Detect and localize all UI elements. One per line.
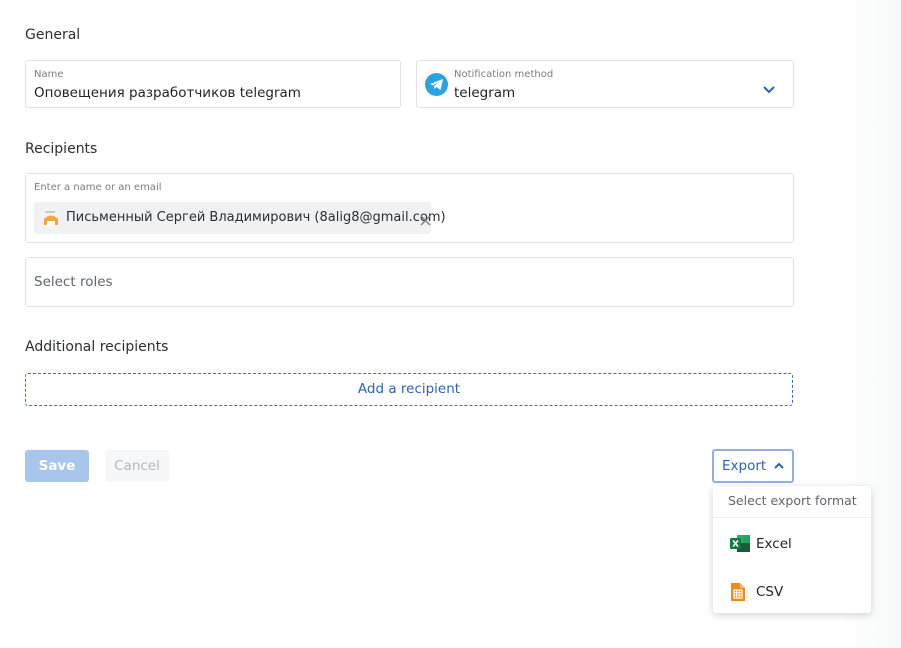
export-menu-header: Select export format: [713, 486, 871, 518]
name-field-value: Оповещения разработчиков telegram: [34, 85, 301, 101]
chevron-down-icon: [763, 79, 775, 98]
export-menu-item-csv[interactable]: CSV: [713, 572, 871, 612]
recipient-chip: Письменный Сергей Владимирович (8alig8@g…: [34, 202, 446, 234]
section-title-general: General: [25, 27, 81, 43]
section-title-additional-recipients: Additional recipients: [25, 339, 169, 355]
avatar: [40, 207, 62, 229]
add-recipient-button[interactable]: Add a recipient: [25, 373, 793, 406]
select-roles-field[interactable]: Select roles: [25, 257, 794, 307]
excel-icon: [730, 535, 750, 552]
export-menu-item-excel-label: Excel: [756, 536, 792, 552]
chevron-up-icon: [774, 462, 784, 469]
recipients-search-field[interactable]: Enter a name or an email Письменный Серг…: [25, 173, 794, 243]
name-field-label: Name: [34, 69, 64, 80]
notification-method-value: telegram: [454, 85, 516, 101]
select-roles-placeholder: Select roles: [34, 274, 113, 290]
export-menu-item-excel[interactable]: Excel: [713, 524, 871, 564]
name-field[interactable]: Name Оповещения разработчиков telegram: [25, 60, 401, 108]
save-button[interactable]: Save: [25, 450, 89, 482]
notification-method-select[interactable]: Notification method telegram: [416, 60, 794, 108]
section-title-recipients: Recipients: [25, 141, 98, 157]
export-button-label: Export: [722, 458, 767, 474]
notification-method-label: Notification method: [454, 69, 554, 80]
telegram-icon: [425, 73, 448, 96]
close-icon[interactable]: [420, 211, 431, 230]
export-button[interactable]: Export: [712, 449, 794, 483]
cancel-button[interactable]: Cancel: [105, 450, 169, 482]
export-menu-item-csv-label: CSV: [756, 584, 784, 600]
csv-icon: [731, 583, 745, 601]
recipient-chip-label: Письменный Сергей Владимирович (8alig8@g…: [66, 210, 446, 225]
recipients-search-placeholder: Enter a name or an email: [34, 182, 162, 193]
export-format-menu: Select export format Excel CSV: [713, 486, 871, 613]
